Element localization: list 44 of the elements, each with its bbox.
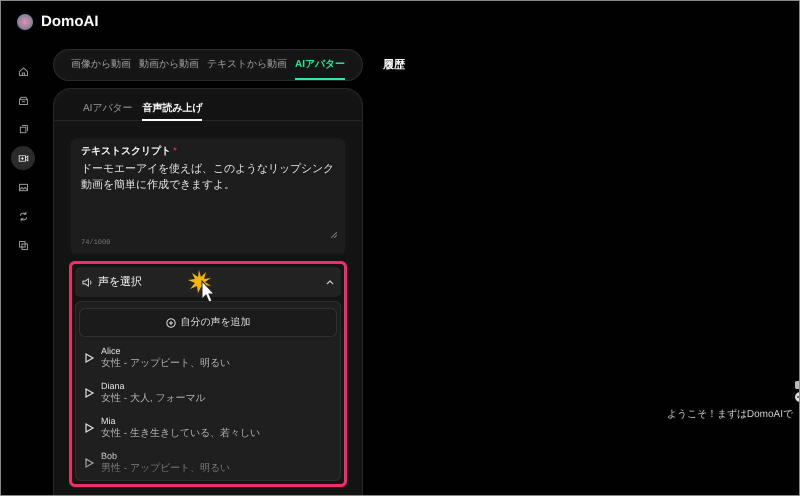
resize-handle-icon[interactable] — [331, 232, 337, 238]
layers-icon — [18, 124, 28, 134]
voice-description: 男性 - アップビート、明るい — [101, 462, 230, 475]
tab[interactable]: テキストから動画 — [207, 50, 287, 80]
image-icon — [18, 182, 28, 192]
voice-option[interactable]: Diana 女性 - 大人, フォーマル — [85, 380, 337, 406]
tab[interactable]: 画像から動画 — [71, 50, 131, 80]
voice-description: 女性 - 大人, フォーマル — [101, 392, 206, 405]
sidebar-item[interactable] — [11, 146, 35, 170]
voice-option[interactable]: Mia 女性 - 生き生きしている、若々しい — [85, 415, 337, 441]
refresh-icon — [18, 210, 28, 222]
welcome-text: ようこそ！まずはDomoAIで — [666, 408, 793, 422]
add-voice-button[interactable]: 自分の声を追加 — [79, 308, 337, 337]
play-icon — [85, 458, 94, 468]
voice-name: Diana — [101, 381, 126, 392]
inbox-icon — [18, 94, 28, 106]
field-label: テキストスクリプト — [81, 144, 171, 159]
play-icon — [85, 423, 94, 433]
play-icon — [85, 353, 94, 363]
add-circle-icon — [166, 318, 176, 328]
voice-description: 女性 - アップビート、明るい — [101, 357, 230, 370]
voice-name: Alice — [101, 346, 122, 357]
copy-icon — [18, 240, 28, 250]
voice-option[interactable]: Bob 男性 - アップビート、明るい — [85, 450, 337, 476]
voice-select-label: 声を選択 — [98, 274, 142, 290]
home-icon — [18, 66, 28, 76]
chevron-icon — [326, 280, 334, 284]
video-icon — [18, 152, 28, 164]
app-name: DomoAI — [41, 12, 98, 32]
script-text-field[interactable]: ドーモエーアイを使えば、このようなリップシンク動画を簡単に作成できますよ。 — [81, 161, 335, 193]
speaker-icon — [82, 276, 93, 288]
history-link[interactable]: 履歴 — [383, 56, 405, 74]
tab[interactable]: 動画から動画 — [139, 50, 199, 80]
tab[interactable]: AIアバター — [295, 50, 345, 80]
logo-icon — [17, 14, 33, 30]
sub-tab[interactable]: 音声読み上げ — [142, 97, 202, 121]
sub-tab[interactable]: AIアバター — [83, 97, 132, 121]
voice-description: 女性 - 生き生きしている、若々しい — [101, 427, 260, 440]
voice-name: Bob — [101, 451, 118, 462]
voice-select-header[interactable]: 声を選択 — [75, 267, 341, 297]
voice-name: Mia — [101, 416, 117, 427]
play-icon — [85, 388, 94, 398]
voice-option[interactable]: Alice 女性 - アップビート、明るい — [85, 345, 337, 371]
required-mark: * — [173, 145, 177, 159]
